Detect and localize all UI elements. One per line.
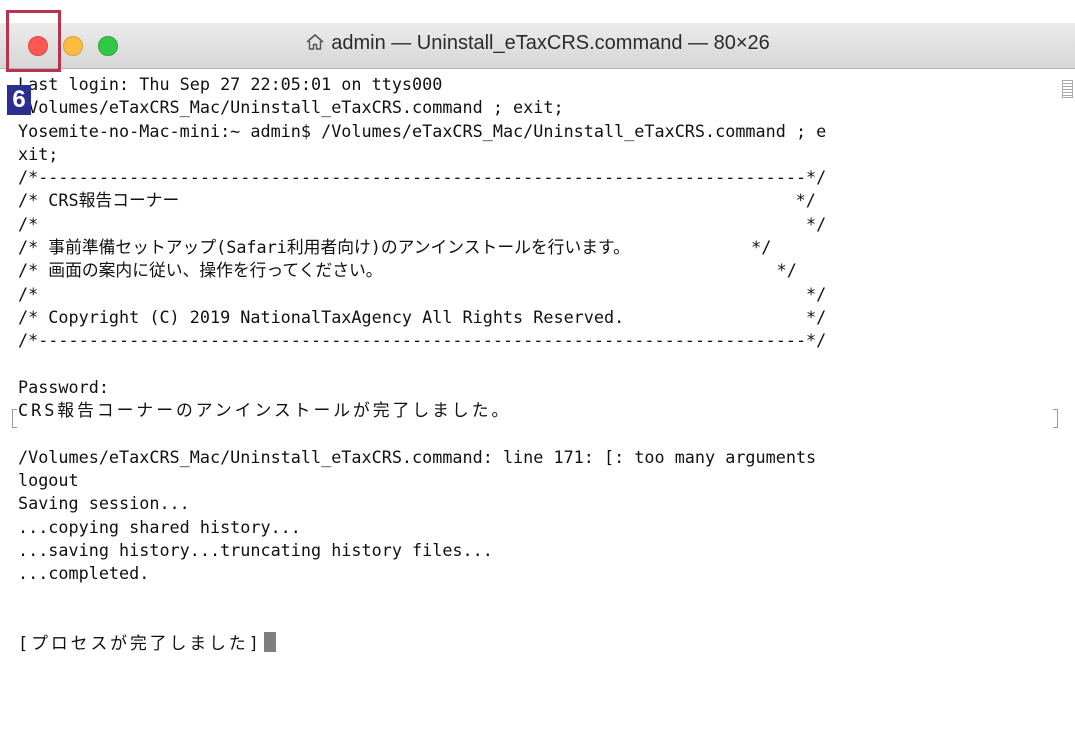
home-icon	[305, 33, 325, 57]
terminal-line: ...completed.	[18, 563, 150, 584]
text-cursor	[263, 632, 276, 653]
terminal-line: ...saving history...truncating history f…	[18, 539, 493, 560]
terminal-line: Last login: Thu Sep 27 22:05:01 on ttys0…	[18, 74, 443, 94]
terminal-line: Password:	[18, 376, 109, 397]
terminal-output[interactable]: Last login: Thu Sep 27 22:05:01 on ttys0…	[18, 73, 1048, 733]
terminal-line: Yosemite-no-Mac-mini:~ admin$ /Volumes/e…	[18, 120, 827, 141]
terminal-line: /* */	[18, 213, 827, 234]
window-title-text: admin — Uninstall_eTaxCRS.command — 80×2…	[331, 32, 770, 54]
terminal-line: /* */	[18, 283, 827, 304]
terminal-line: /Volumes/eTaxCRS_Mac/Uninstall_eTaxCRS.c…	[18, 97, 564, 118]
terminal-line: /*--------------------------------------…	[18, 330, 827, 351]
step-number-badge: 6	[7, 85, 31, 115]
terminal-line: /Volumes/eTaxCRS_Mac/Uninstall_eTaxCRS.c…	[18, 446, 817, 467]
terminal-line: Saving session...	[18, 493, 190, 514]
process-complete-text: [プロセスが完了しました]	[18, 633, 262, 654]
terminal-line: xit;	[18, 143, 59, 164]
terminal-window: admin — Uninstall_eTaxCRS.command — 80×2…	[0, 0, 1075, 745]
terminal-line: /* 事前準備セットアップ(Safari利用者向け)のアンインストールを行います…	[18, 237, 772, 258]
mark-bracket-right	[1053, 409, 1058, 428]
scroll-indicator[interactable]	[1062, 80, 1073, 98]
terminal-line: /*--------------------------------------…	[18, 167, 827, 188]
terminal-line: /* Copyright (C) 2019 NationalTaxAgency …	[18, 306, 827, 327]
terminal-line: logout	[18, 470, 79, 491]
terminal-line: /* CRS報告コーナー */	[18, 190, 816, 211]
step-highlight-box	[6, 10, 61, 72]
terminal-line: ...copying shared history...	[18, 516, 301, 537]
window-title: admin — Uninstall_eTaxCRS.command — 80×2…	[0, 32, 1075, 57]
mark-bracket-left	[12, 409, 17, 428]
terminal-line-last: [プロセスが完了しました]	[18, 632, 1048, 655]
terminal-line: CRS報告コーナーのアンインストールが完了しました。	[18, 400, 512, 421]
title-bar[interactable]: admin — Uninstall_eTaxCRS.command — 80×2…	[0, 23, 1075, 69]
terminal-line: /* 画面の案内に従い、操作を行ってください。 */	[18, 260, 797, 281]
